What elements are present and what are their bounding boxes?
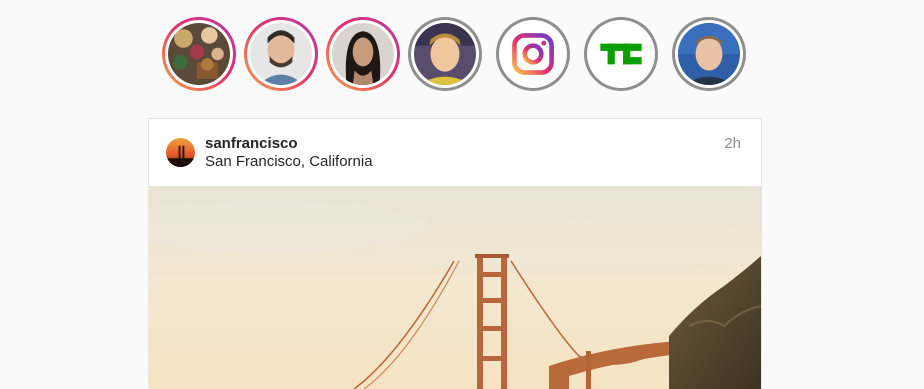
story-flowers-image (168, 23, 230, 85)
post-photo[interactable] (149, 186, 761, 389)
story-alexis-image (250, 23, 312, 85)
story-avatar-4[interactable] (408, 17, 482, 91)
post-author-avatar[interactable] (166, 138, 195, 167)
techcrunch-logo-icon (590, 23, 652, 85)
feed-post: sanfrancisco San Francisco, California 2… (148, 118, 762, 389)
story-avatar-2[interactable] (244, 17, 318, 91)
post-header: sanfrancisco San Francisco, California 2… (149, 119, 761, 186)
story-avatar-3[interactable] (326, 17, 400, 91)
story-avatar-6[interactable] (584, 17, 658, 91)
story-friend-image (414, 23, 476, 85)
post-timestamp: 2h (724, 135, 741, 152)
stories-tray (162, 17, 750, 97)
post-username[interactable]: sanfrancisco (205, 135, 298, 152)
story-avatar-7[interactable] (672, 17, 746, 91)
story-avatar-5[interactable] (496, 17, 570, 91)
story-avatar-1[interactable] (162, 17, 236, 91)
story-kim-image (332, 23, 394, 85)
post-location[interactable]: San Francisco, California (205, 153, 373, 170)
story-mark-image (678, 23, 740, 85)
instagram-logo-icon (502, 23, 564, 85)
